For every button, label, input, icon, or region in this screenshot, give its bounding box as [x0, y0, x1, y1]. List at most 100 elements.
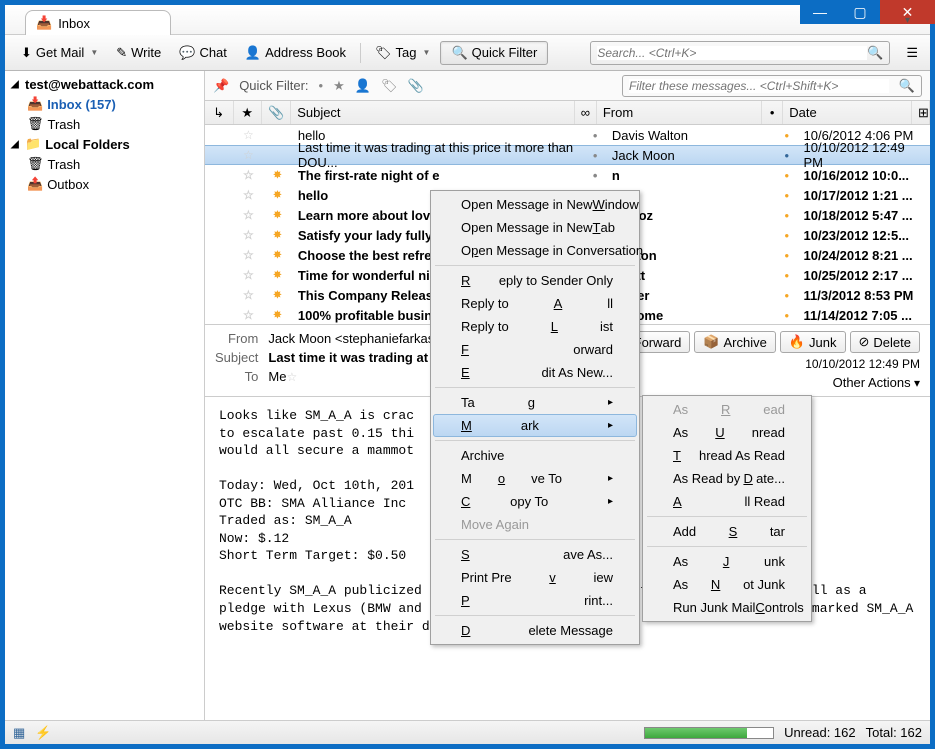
search-box[interactable]: 🔍	[590, 41, 890, 65]
activity-icon[interactable]: ▦	[13, 725, 25, 741]
read-dot-icon[interactable]: ●	[784, 191, 789, 200]
folder-inbox[interactable]: 📥 Inbox (157)	[5, 94, 204, 114]
message-row[interactable]: ☆Last time it was trading at this price …	[205, 145, 930, 165]
correspondents-column[interactable]: ∞	[575, 101, 597, 124]
star-icon[interactable]: ☆	[243, 168, 254, 182]
sm-thread-read[interactable]: Thread As Read	[645, 444, 809, 467]
get-mail-button[interactable]: ⬇ Get Mail ▼	[13, 41, 106, 65]
local-folders-node[interactable]: ◢ 📁 Local Folders	[5, 134, 204, 154]
mark-submenu[interactable]: As Read As Unread Thread As Read As Read…	[642, 395, 812, 622]
app-menu-button[interactable]: ☰	[902, 41, 922, 65]
delete-button[interactable]: ⊘Delete	[850, 331, 920, 353]
folder-trash[interactable]: 🗑 Trash	[5, 114, 204, 134]
subject-column[interactable]: Subject	[291, 101, 575, 124]
maximize-button[interactable]: ▢	[840, 0, 880, 24]
read-dot-icon[interactable]: ●	[784, 271, 789, 280]
write-button[interactable]: ✎ Write	[108, 41, 169, 65]
collapse-icon[interactable]: ◢	[11, 139, 21, 150]
new-icon: ✸	[273, 290, 281, 301]
filter-input[interactable]	[629, 79, 889, 93]
filter-messages-box[interactable]: 🔍	[622, 75, 922, 97]
date-column[interactable]: Date	[783, 101, 912, 124]
cm-archive[interactable]: Archive	[433, 444, 637, 467]
chat-button[interactable]: 💬 Chat	[171, 41, 235, 65]
online-icon[interactable]: ⚡	[35, 725, 51, 741]
cm-mark[interactable]: Mark▸	[433, 414, 637, 437]
search-input[interactable]	[597, 46, 867, 60]
cm-copy-to[interactable]: Copy To▸	[433, 490, 637, 513]
sm-as-unread[interactable]: As Unread	[645, 421, 809, 444]
chevron-down-icon[interactable]: ▼	[90, 48, 98, 57]
context-menu[interactable]: Open Message in New Window Open Message …	[430, 190, 640, 645]
read-column[interactable]: •	[762, 101, 783, 124]
search-icon[interactable]: 🔍	[899, 78, 915, 94]
other-actions-button[interactable]: Other Actions ▾	[833, 375, 920, 390]
cm-move-to[interactable]: Move To▸	[433, 467, 637, 490]
folder-outbox[interactable]: 📤 Outbox	[5, 174, 204, 194]
sm-as-not-junk[interactable]: As Not Junk	[645, 573, 809, 596]
tab-menu-dropdown[interactable]: ▾	[905, 15, 910, 26]
collapse-icon[interactable]: ◢	[11, 79, 21, 90]
cm-reply-sender[interactable]: Reply to Sender Only	[433, 269, 637, 292]
account-node[interactable]: ◢ test@webattack.com	[5, 75, 204, 94]
star-icon[interactable]: ★	[333, 78, 345, 94]
star-icon[interactable]: ☆	[243, 148, 254, 162]
star-column[interactable]: ★	[234, 101, 263, 124]
read-dot-icon[interactable]: ●	[784, 291, 789, 300]
read-dot-icon[interactable]: ●	[784, 171, 789, 180]
cm-print[interactable]: Print...	[433, 589, 637, 612]
star-icon[interactable]: ☆	[243, 228, 254, 242]
read-dot-icon[interactable]: ●	[784, 311, 789, 320]
star-icon[interactable]: ☆	[243, 288, 254, 302]
cm-delete[interactable]: Delete Message	[433, 619, 637, 642]
star-icon[interactable]: ☆	[243, 188, 254, 202]
cm-reply-all[interactable]: Reply to All	[433, 292, 637, 315]
sm-run-junk[interactable]: Run Junk Mail Controls	[645, 596, 809, 619]
sm-add-star[interactable]: Add Star	[645, 520, 809, 543]
from-column[interactable]: From	[597, 101, 762, 124]
thread-column[interactable]: ↳	[205, 101, 234, 124]
attachment-icon[interactable]: 📎	[407, 78, 423, 94]
cm-print-preview[interactable]: Print Preview	[433, 566, 637, 589]
cm-edit-as-new[interactable]: Edit As New...	[433, 361, 637, 384]
dot-icon[interactable]: •	[319, 78, 324, 93]
cm-open-new-window[interactable]: Open Message in New Window	[433, 193, 637, 216]
sm-as-junk[interactable]: As Junk	[645, 550, 809, 573]
junk-button[interactable]: 🔥Junk	[780, 331, 846, 353]
folder-local-trash[interactable]: 🗑 Trash	[5, 154, 204, 174]
cm-open-conversation[interactable]: Open Message in Conversation	[433, 239, 637, 262]
cm-forward[interactable]: Forward	[433, 338, 637, 361]
tab-inbox[interactable]: 📥 Inbox	[25, 10, 171, 35]
column-picker[interactable]: ⊞	[912, 101, 930, 124]
sm-all-read[interactable]: All Read	[645, 490, 809, 513]
address-book-button[interactable]: 👤 Address Book	[237, 41, 354, 65]
star-icon[interactable]: ☆	[286, 370, 297, 384]
sm-read-by-date[interactable]: As Read by Date...	[645, 467, 809, 490]
cm-open-new-tab[interactable]: Open Message in New Tab	[433, 216, 637, 239]
contact-icon[interactable]: 👤	[355, 78, 371, 94]
star-icon[interactable]: ☆	[243, 208, 254, 222]
archive-button[interactable]: 📦Archive	[694, 331, 776, 353]
cm-save-as[interactable]: Save As...	[433, 543, 637, 566]
search-icon[interactable]: 🔍	[867, 45, 883, 61]
tag-icon[interactable]: 🏷	[381, 78, 398, 94]
pin-icon[interactable]: 📌	[213, 78, 229, 94]
cm-tag[interactable]: Tag▸	[433, 391, 637, 414]
star-icon[interactable]: ☆	[243, 268, 254, 282]
read-dot-icon[interactable]: ●	[784, 251, 789, 260]
read-dot-icon[interactable]: ●	[784, 131, 789, 140]
minimize-button[interactable]: ―	[800, 0, 840, 24]
star-icon[interactable]: ☆	[243, 248, 254, 262]
quick-filter-button[interactable]: 🔍 Quick Filter	[440, 41, 548, 65]
star-icon[interactable]: ☆	[243, 308, 254, 322]
message-row[interactable]: ☆✸The first-rate night of e•n●10/16/2012…	[205, 165, 930, 185]
read-dot-icon[interactable]: ●	[784, 211, 789, 220]
read-dot-icon[interactable]: ●	[784, 231, 789, 240]
tag-button[interactable]: 🏷 Tag ▼	[367, 41, 438, 65]
read-dot-icon[interactable]: ●	[784, 151, 789, 160]
attachment-column[interactable]: 📎	[262, 101, 291, 124]
trash-icon: 🗑	[27, 116, 44, 132]
star-icon[interactable]: ☆	[243, 128, 254, 142]
cm-reply-list[interactable]: Reply to List	[433, 315, 637, 338]
chevron-down-icon[interactable]: ▼	[423, 48, 431, 57]
